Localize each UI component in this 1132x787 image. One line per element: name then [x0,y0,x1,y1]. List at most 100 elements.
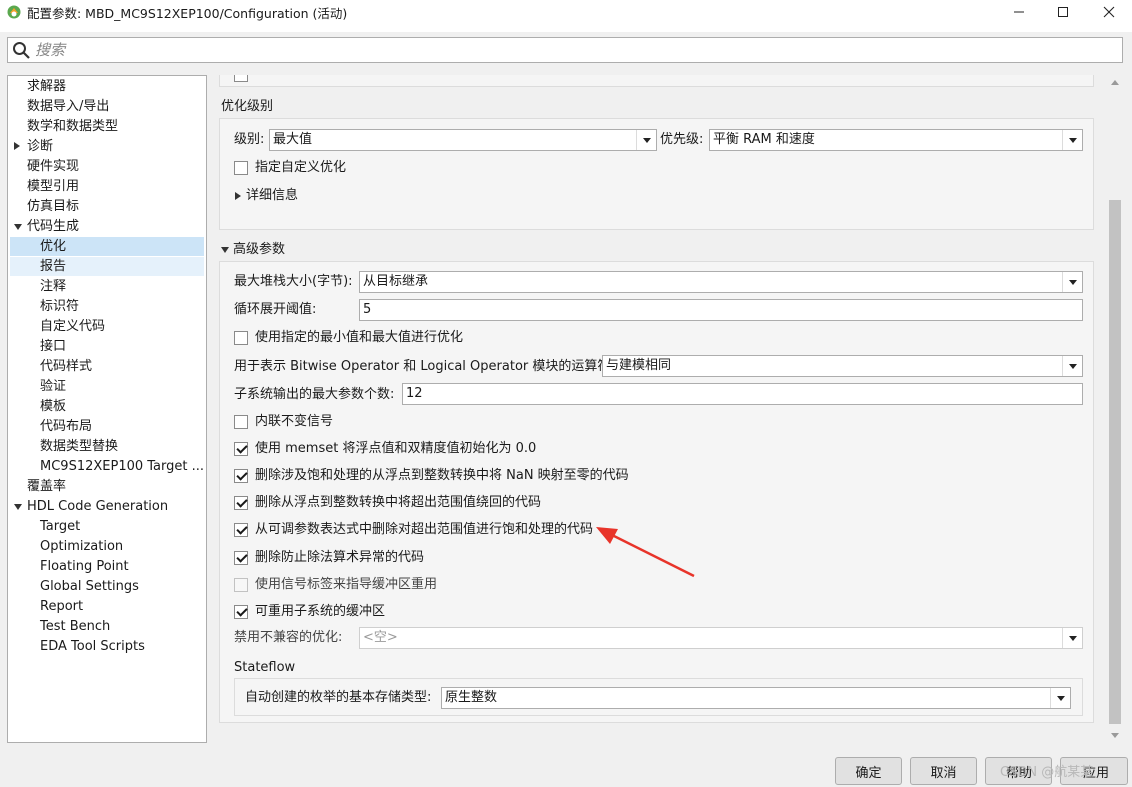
bitwise-dropdown[interactable]: 与建模相同 [602,355,1083,377]
tree-item[interactable]: 代码样式 [10,357,204,376]
partial-checkbox[interactable] [234,75,248,82]
tree-item[interactable]: Target [10,517,204,536]
tree-item-label: Global Settings [40,579,139,594]
scrollbar-thumb[interactable] [1109,200,1121,724]
collapse-down-icon[interactable] [14,224,22,230]
tree-item[interactable]: MC9S12XEP100 Target ... [10,457,204,476]
custom-opt-label: 指定自定义优化 [255,160,347,175]
chevron-down-icon [1050,688,1070,708]
app-icon [7,5,21,19]
search-icon [13,42,30,59]
ok-button[interactable]: 确定 [835,757,902,785]
tree-item[interactable]: 数据类型替换 [10,437,204,456]
tree-item-label: EDA Tool Scripts [40,639,145,654]
tree-item-label: 模型引用 [27,179,80,194]
tree-item[interactable]: 求解器 [10,77,204,96]
tree-item-label: 覆盖率 [27,479,67,494]
tree-item[interactable]: 代码生成 [10,217,204,236]
tree-item[interactable]: 注释 [10,277,204,296]
tree-item[interactable]: 硬件实现 [10,157,204,176]
collapse-down-icon[interactable] [14,504,22,510]
tree-item[interactable]: Global Settings [10,577,204,596]
expand-right-icon[interactable] [14,142,20,150]
details-toggle[interactable]: 详细信息 [246,187,298,205]
search-input[interactable] [35,40,1115,60]
level-dropdown[interactable]: 最大值 [269,129,657,151]
tree-item[interactable]: Floating Point [10,557,204,576]
tree-item[interactable]: Report [10,597,204,616]
tree-item-label: 标识符 [40,299,80,314]
scroll-down-icon[interactable] [1111,733,1119,738]
max-args-label: 子系统输出的最大参数个数: [234,387,395,402]
tree-item-label: 诊断 [27,139,54,154]
tree-item[interactable]: 模型引用 [10,177,204,196]
close-button[interactable] [1086,0,1132,24]
previous-group [219,75,1094,87]
expand-right-icon[interactable] [235,192,241,200]
option-checkbox-label: 内联不变信号 [255,414,334,429]
option-checkbox-label: 从可调参数表达式中删除对超出范围值进行饱和处理的代码 [255,522,594,537]
vertical-scrollbar[interactable] [1107,75,1123,743]
tree-item-label: 代码布局 [40,419,93,434]
title-bar: 配置参数: MBD_MC9S12XEP100/Configuration (活动… [0,0,1132,32]
enum-storage-value: 原生整数 [445,690,498,705]
disable-incompat-dropdown[interactable]: <空> [359,627,1083,649]
watermark: CSDN @航某某 [1000,765,1094,780]
tree-item[interactable]: 模板 [10,397,204,416]
tree-item[interactable]: Test Bench [10,617,204,636]
max-stack-dropdown[interactable]: 从目标继承 [359,271,1083,293]
search-box[interactable] [7,37,1123,63]
tree-item[interactable]: 标识符 [10,297,204,316]
tree-item[interactable]: HDL Code Generation [10,497,204,516]
cancel-button[interactable]: 取消 [910,757,977,785]
advanced-heading[interactable]: 高级参数 [233,241,285,259]
option-checkbox[interactable] [234,551,248,565]
max-args-field[interactable]: 12 [402,383,1083,405]
max-stack-value: 从目标继承 [363,274,429,289]
tree-item[interactable]: 验证 [10,377,204,396]
option-checkbox[interactable] [234,523,248,537]
option-checkbox[interactable] [234,605,248,619]
option-checkbox[interactable] [234,469,248,483]
tree-item-label: 求解器 [27,79,67,94]
tree-item[interactable]: 仿真目标 [10,197,204,216]
minmax-checkbox[interactable] [234,331,248,345]
max-stack-label: 最大堆栈大小(字节): [234,274,353,289]
settings-panel: 优化级别 级别: 最大值 优先级: 平衡 RAM 和速度 指定自定义优化 详细信… [207,75,1123,743]
tree-item[interactable]: 报告 [10,257,204,276]
tree-item[interactable]: EDA Tool Scripts [10,637,204,656]
custom-opt-checkbox[interactable] [234,161,248,175]
stateflow-heading: Stateflow [234,660,296,675]
loop-unroll-field[interactable]: 5 [359,299,1083,321]
maximize-icon [1058,7,1068,17]
collapse-down-icon[interactable] [221,247,229,253]
tree-item[interactable]: Optimization [10,537,204,556]
tree-item[interactable]: 代码布局 [10,417,204,436]
loop-unroll-value: 5 [363,302,372,317]
option-checkbox-label: 删除从浮点到整数转换中将超出范围值绕回的代码 [255,495,542,510]
bitwise-value: 与建模相同 [606,358,672,373]
tree-item-label: 接口 [40,339,67,354]
tree-item[interactable]: 接口 [10,337,204,356]
option-checkbox-label: 删除涉及饱和处理的从浮点到整数转换中将 NaN 映射至零的代码 [255,468,629,483]
minimize-button[interactable] [996,0,1042,24]
minmax-label: 使用指定的最小值和最大值进行优化 [255,330,464,345]
tree-item[interactable]: 覆盖率 [10,477,204,496]
tree-item-label: 代码生成 [27,219,80,234]
scroll-up-icon[interactable] [1111,80,1119,85]
tree-item[interactable]: 优化 [10,237,204,256]
window-title: 配置参数: MBD_MC9S12XEP100/Configuration (活动… [27,6,348,21]
tree-item[interactable]: 数学和数据类型 [10,117,204,136]
priority-dropdown[interactable]: 平衡 RAM 和速度 [709,129,1083,151]
option-checkbox[interactable] [234,496,248,510]
tree-item-label: Target [40,519,81,534]
maximize-button[interactable] [1040,0,1086,24]
tree-item[interactable]: 诊断 [10,137,204,156]
option-checkbox[interactable] [234,578,248,592]
option-checkbox[interactable] [234,415,248,429]
tree-item[interactable]: 数据导入/导出 [10,97,204,116]
enum-storage-dropdown[interactable]: 原生整数 [441,687,1071,709]
option-checkbox[interactable] [234,442,248,456]
loop-unroll-label: 循环展开阈值: [234,302,317,317]
tree-item[interactable]: 自定义代码 [10,317,204,336]
